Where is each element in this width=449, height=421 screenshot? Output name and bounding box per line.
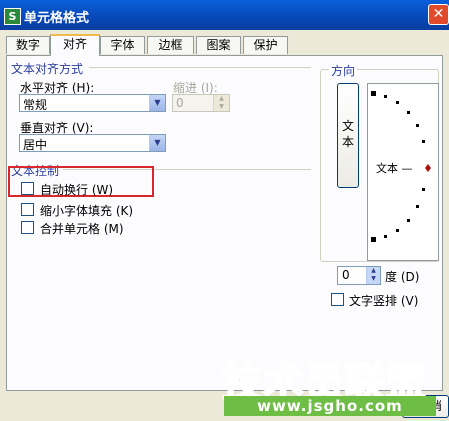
vertical-align-select[interactable]: 居中 ▼	[19, 134, 166, 152]
tab-protection[interactable]: 保护	[243, 36, 288, 54]
dial-marker-bottom	[371, 237, 376, 242]
close-icon: ✕	[432, 6, 445, 22]
chevron-down-icon[interactable]: ▼	[149, 135, 165, 151]
dial-dot	[416, 124, 419, 127]
window-title: 单元格格式	[24, 11, 90, 26]
tab-border[interactable]: 边框	[147, 36, 194, 54]
spinner-arrows-icon[interactable]: ▲ ▼	[366, 267, 380, 284]
dial-dot	[396, 101, 399, 104]
shrink-to-fit-checkbox[interactable]	[21, 203, 34, 216]
group-divider	[89, 67, 311, 68]
text-alignment-group-title: 文本对齐方式	[11, 62, 84, 76]
orientation-dial-graphic: 文本 —	[371, 91, 431, 242]
merge-cells-checkbox[interactable]	[21, 221, 34, 234]
dial-dot	[422, 140, 425, 143]
vertical-text-checkbox[interactable]	[331, 293, 344, 306]
dial-marker-top	[371, 91, 376, 96]
dial-dot	[407, 111, 410, 114]
wrap-text-checkbox[interactable]	[21, 182, 34, 195]
dial-dot	[396, 229, 399, 232]
wrap-text-label[interactable]: 自动换行 (W)	[40, 181, 113, 198]
merge-cells-label[interactable]: 合并单元格 (M)	[40, 220, 124, 237]
degree-label: 度 (D)	[385, 270, 420, 284]
tab-alignment[interactable]: 对齐	[50, 34, 100, 56]
dial-dot	[422, 188, 425, 191]
dial-dot	[416, 205, 419, 208]
tab-font[interactable]: 字体	[100, 36, 145, 54]
indent-spinner[interactable]: 0 ▲ ▼	[172, 94, 230, 112]
vertical-text-button-label: 文本	[341, 119, 354, 149]
site-watermark-logo: 技术员联盟 www.jsgho.com	[208, 346, 444, 418]
dial-angle-handle[interactable]	[425, 164, 431, 172]
dial-text-sample: 文本 —	[376, 161, 413, 175]
indent-value: 0	[176, 96, 184, 110]
close-button[interactable]: ✕	[428, 4, 449, 25]
title-bar[interactable]: S 单元格格式 ✕	[0, 0, 449, 30]
spinner-arrows-icon[interactable]: ▲ ▼	[213, 95, 229, 111]
dial-dot	[384, 235, 387, 238]
format-cells-dialog: S 单元格格式 ✕ 数字 对齐 字体 边框 图案 保护 文本对齐方式 水平对齐 …	[0, 0, 449, 421]
vertical-text-button[interactable]: 文本	[337, 83, 359, 188]
tab-number[interactable]: 数字	[6, 36, 50, 54]
vertical-text-label[interactable]: 文字竖排 (V)	[349, 292, 418, 309]
alignment-panel: 文本对齐方式 水平对齐 (H): 常规 ▼ 缩进 (I): 0 ▲ ▼ 垂直对齐 …	[6, 55, 443, 391]
orientation-dial[interactable]: 文本 —	[367, 83, 439, 261]
dial-dot	[407, 219, 410, 222]
shrink-to-fit-label[interactable]: 缩小字体填充 (K)	[40, 202, 133, 219]
tab-pattern[interactable]: 图案	[196, 36, 241, 54]
degree-value: 0	[342, 268, 350, 282]
watermark-url: www.jsgho.com	[224, 396, 436, 416]
horizontal-align-value: 常规	[23, 98, 48, 112]
vertical-align-value: 居中	[23, 138, 48, 152]
dial-dot	[384, 95, 387, 98]
chevron-down-icon[interactable]: ▼	[149, 95, 165, 111]
horizontal-align-select[interactable]: 常规 ▼	[19, 94, 166, 112]
app-logo-icon: S	[4, 8, 21, 25]
orientation-group-title: 方向	[329, 62, 358, 79]
degree-spinner[interactable]: 0 ▲ ▼	[337, 266, 381, 285]
